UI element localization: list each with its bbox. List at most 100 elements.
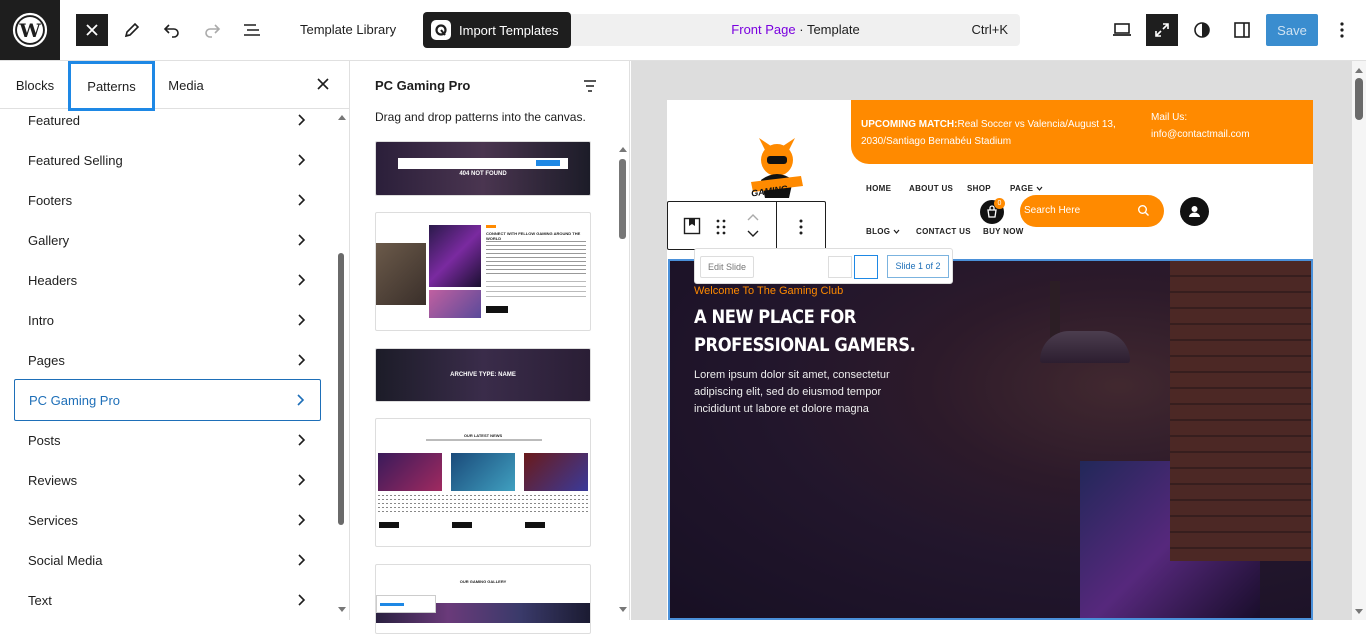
nav-shop[interactable]: SHOP (967, 184, 991, 193)
drag-handle-icon[interactable] (716, 219, 726, 235)
search-input[interactable]: Search Here (1020, 195, 1164, 227)
mail-us-text: Mail Us: info@contactmail.com (1151, 109, 1251, 143)
category-label: Headers (28, 272, 78, 288)
slide-counter: Slide 1 of 2 (887, 255, 949, 278)
patterns-list-panel: PC Gaming Pro Drag and drop patterns int… (351, 61, 630, 634)
category-label: Social Media (28, 552, 103, 568)
pattern-category-footers[interactable]: Footers (14, 180, 321, 220)
previous-slide-button[interactable] (828, 256, 852, 278)
command-palette-bar[interactable]: Front Page · Template Ctrl+K (571, 14, 1020, 46)
preview-subtitle (426, 439, 542, 441)
wordpress-logo-icon[interactable]: W (0, 0, 60, 60)
pattern-preview-news[interactable]: OUR LATEST NEWS (375, 418, 591, 547)
preview-button (379, 522, 399, 528)
nav-page[interactable]: PAGE (1010, 184, 1043, 193)
preview-heading: OUR LATEST NEWS (463, 433, 503, 438)
chevron-right-icon (298, 234, 306, 246)
user-account-icon[interactable] (1180, 197, 1209, 226)
editor-toolbar: W Template Library Import Templates Fron… (0, 0, 1366, 61)
top-info-bar: UPCOMING MATCH:Real Soccer vs Valencia/A… (851, 100, 1313, 164)
category-label: PC Gaming Pro (29, 392, 121, 408)
nav-contact-us[interactable]: CONTACT US (916, 227, 971, 236)
import-templates-button[interactable]: Import Templates (423, 12, 571, 48)
block-inserter-panel: Blocks Patterns Media Featured Featured … (0, 61, 350, 620)
chevron-down-icon (1036, 186, 1043, 191)
pattern-category-pages[interactable]: Pages (14, 340, 321, 380)
pattern-block-icon[interactable] (683, 217, 701, 235)
redo-icon[interactable] (196, 14, 228, 46)
preview-header-button (536, 160, 560, 166)
pattern-preview-gallery[interactable]: OUR GAMING GALLERY (375, 564, 591, 634)
preview-kicker (486, 225, 496, 228)
import-templates-label: Import Templates (459, 22, 559, 38)
pattern-category-text[interactable]: Text (14, 580, 321, 620)
edit-slide-button[interactable]: Edit Slide (700, 256, 754, 278)
preview-text-lines (486, 241, 586, 277)
hero-title: A NEW PLACE FOR PROFESSIONAL GAMERS. (694, 306, 916, 356)
pattern-category-posts[interactable]: Posts (14, 420, 321, 460)
preview-heading: OUR GAMING GALLERY (459, 579, 507, 584)
pattern-preview-about[interactable]: CONNECT WITH FELLOW GAMING AROUND THE WO… (375, 212, 591, 331)
pattern-category-services[interactable]: Services (14, 500, 321, 540)
nav-home[interactable]: HOME (866, 184, 891, 193)
desktop-preview-icon[interactable] (1106, 14, 1138, 46)
mail-label: Mail Us: (1151, 112, 1188, 123)
more-options-icon[interactable] (1326, 14, 1358, 46)
chevron-right-icon (298, 474, 306, 486)
canvas-scrollbar[interactable] (1355, 78, 1363, 120)
preview-label: ARCHIVE TYPE: NAME (450, 372, 516, 378)
categories-scrollbar[interactable] (338, 253, 344, 525)
pattern-category-featured-selling[interactable]: Featured Selling (14, 140, 321, 180)
search-icon[interactable] (1137, 204, 1150, 217)
chevron-right-icon (298, 314, 306, 326)
pattern-category-pc-gaming-pro[interactable]: PC Gaming Pro (14, 379, 321, 421)
list-view-icon[interactable] (236, 14, 268, 46)
category-label: Text (28, 592, 52, 608)
close-icon[interactable] (316, 75, 330, 95)
move-up-icon[interactable] (746, 212, 760, 222)
preview-button (525, 522, 545, 528)
fullscreen-toggle-icon[interactable] (1146, 14, 1178, 46)
preview-header-button (380, 603, 404, 606)
pattern-preview-404[interactable]: 404 NOT FOUND (375, 141, 591, 196)
filter-icon[interactable] (582, 78, 598, 94)
nav-blog[interactable]: BLOG (866, 227, 900, 236)
pattern-category-intro[interactable]: Intro (14, 300, 321, 340)
styles-contrast-icon[interactable] (1186, 14, 1218, 46)
scroll-up-arrow-icon[interactable] (618, 145, 628, 153)
pattern-category-headers[interactable]: Headers (14, 260, 321, 300)
scroll-down-arrow-icon[interactable] (618, 606, 628, 614)
pattern-category-featured[interactable]: Featured (14, 100, 321, 140)
undo-icon[interactable] (156, 14, 188, 46)
patterns-panel-description: Drag and drop patterns into the canvas. (375, 110, 586, 124)
preview-button (452, 522, 472, 528)
pencil-icon[interactable] (116, 14, 148, 46)
chevron-right-icon (298, 554, 306, 566)
next-slide-button[interactable] (854, 255, 878, 279)
pattern-category-reviews[interactable]: Reviews (14, 460, 321, 500)
scroll-up-arrow-icon[interactable] (337, 113, 347, 121)
block-options-icon[interactable] (799, 219, 803, 235)
hero-kicker: Welcome To The Gaming Club (694, 285, 844, 297)
scroll-up-arrow-icon[interactable] (1354, 66, 1364, 74)
chevron-right-icon (298, 274, 306, 286)
settings-sidebar-icon[interactable] (1226, 14, 1258, 46)
patterns-scrollbar[interactable] (619, 159, 626, 239)
nav-buy-now[interactable]: BUY NOW (983, 227, 1024, 236)
scroll-down-arrow-icon[interactable] (1354, 608, 1364, 616)
preview-image (524, 453, 588, 491)
pattern-category-social-media[interactable]: Social Media (14, 540, 321, 580)
nav-about-us[interactable]: ABOUT US (909, 184, 953, 193)
chevron-right-icon (298, 154, 306, 166)
close-inserter-button[interactable] (76, 14, 108, 46)
scroll-down-arrow-icon[interactable] (337, 606, 347, 614)
chevron-right-icon (298, 594, 306, 606)
template-library-link[interactable]: Template Library (300, 22, 396, 37)
chevron-right-icon (298, 354, 306, 366)
pattern-category-gallery[interactable]: Gallery (14, 220, 321, 260)
slider-toolbar: Edit Slide Slide 1 of 2 (694, 248, 953, 284)
save-button[interactable]: Save (1266, 14, 1318, 46)
pattern-preview-archive[interactable]: ARCHIVE TYPE: NAME (375, 348, 591, 402)
patterns-panel-title: PC Gaming Pro (375, 78, 471, 93)
move-down-icon[interactable] (746, 229, 760, 239)
